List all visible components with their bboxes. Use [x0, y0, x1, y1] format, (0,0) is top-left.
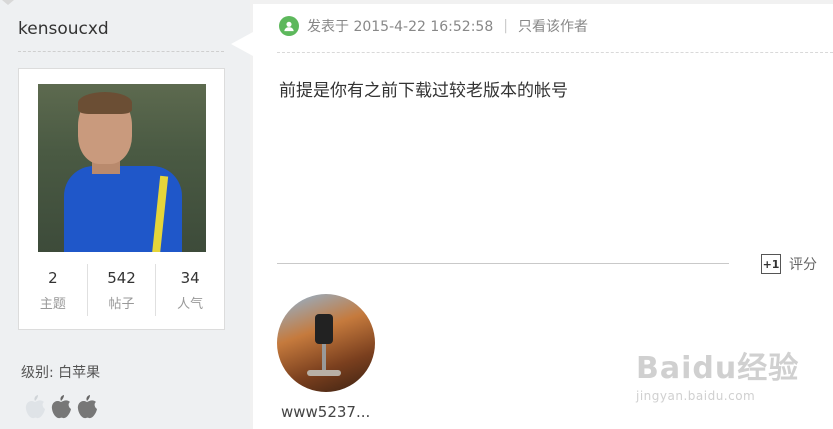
- apple-medal-icon[interactable]: [50, 394, 72, 420]
- stat-value: 34: [180, 269, 200, 287]
- caret-icon: [2, 0, 14, 5]
- medals: [24, 394, 98, 420]
- watermark-url: jingyan.baidu.com: [636, 389, 756, 403]
- watermark-logo: Baidu经验: [636, 351, 800, 386]
- stat-label: 人气: [177, 297, 204, 312]
- user-stats: 2 主题 542 帖子 34 人气: [19, 264, 224, 316]
- plus-one-icon: +1: [761, 254, 781, 274]
- commenter-avatar[interactable]: [277, 294, 375, 392]
- post-content: 前提是你有之前下载过较老版本的帐号: [279, 81, 568, 101]
- apple-medal-icon[interactable]: [76, 394, 98, 420]
- meta-separator: |: [503, 18, 508, 34]
- username-link[interactable]: kensoucxd: [18, 19, 109, 39]
- view-author-only-link[interactable]: 只看该作者: [518, 16, 588, 36]
- user-level: 级别: 白苹果: [21, 365, 101, 381]
- profile-card: 2 主题 542 帖子 34 人气: [18, 68, 225, 330]
- divider: [277, 52, 833, 53]
- stat-value: 542: [107, 269, 136, 287]
- divider: [18, 51, 224, 52]
- apple-medal-icon[interactable]: [24, 394, 46, 420]
- stat-popularity[interactable]: 34 人气: [155, 264, 224, 316]
- post-meta: 发表于 2015-4-22 16:52:58 | 只看该作者: [279, 16, 588, 36]
- user-avatar[interactable]: [38, 84, 206, 252]
- stat-label: 主题: [39, 297, 66, 312]
- stat-posts[interactable]: 542 帖子: [86, 264, 156, 316]
- rate-label: 评分: [789, 257, 817, 273]
- stat-threads[interactable]: 2 主题: [19, 264, 87, 316]
- post-pointer: [231, 32, 253, 56]
- user-sidebar: kensoucxd 2 主题 542 帖子 34 人气 级别: 白苹果: [0, 0, 250, 429]
- post-timestamp: 发表于 2015-4-22 16:52:58: [307, 19, 494, 35]
- stat-value: 2: [48, 269, 58, 287]
- divider: [277, 263, 729, 264]
- commenter-name[interactable]: www5237...: [281, 403, 370, 421]
- baidu-watermark: Baidu经验 jingyan.baidu.com: [636, 343, 826, 413]
- stat-label: 帖子: [108, 297, 135, 312]
- rate-button[interactable]: +1 评分: [761, 254, 817, 274]
- online-status-icon: [279, 16, 299, 36]
